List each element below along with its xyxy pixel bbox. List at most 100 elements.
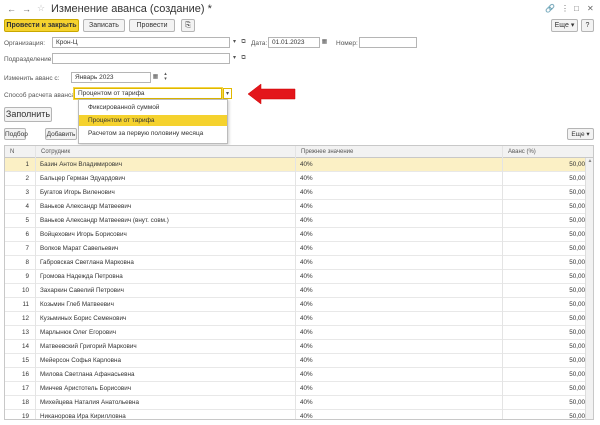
organization-dropdown-icon[interactable]: ▾ [230,37,239,48]
restore-icon[interactable]: □ [574,4,579,13]
column-header-previous[interactable]: Прежнее значение [298,146,353,158]
cell-previous[interactable]: 40% [300,242,313,256]
table-row[interactable]: 10 Захаркин Савелий Петрович 40% 50,00 [5,284,593,298]
cell-n[interactable]: 6 [5,228,29,242]
cell-n[interactable]: 16 [5,368,29,382]
cell-previous[interactable]: 40% [300,256,313,270]
change-from-field[interactable]: Январь 2023 [71,72,151,83]
cell-n[interactable]: 13 [5,326,29,340]
cell-n[interactable]: 19 [5,410,29,419]
table-row[interactable]: 1 Базин Антон Владимирович 40% 50,00 [5,158,593,172]
cell-previous[interactable]: 40% [300,382,313,396]
table-row[interactable]: 19 Никанорова Ира Кирилловна 40% 50,00 [5,410,593,419]
cell-advance[interactable]: 50,00 [505,228,585,242]
star-icon[interactable]: ☆ [37,3,45,14]
cell-n[interactable]: 4 [5,200,29,214]
method-option-percent[interactable]: Процентом от тарифа [79,115,227,126]
cell-employee[interactable]: Бальцер Герман Эдуардович [40,172,125,186]
add-button[interactable]: Добавить [45,128,77,140]
table-row[interactable]: 15 Мейерсон Софья Карловна 40% 50,00 [5,354,593,368]
cell-n[interactable]: 7 [5,242,29,256]
cell-advance[interactable]: 50,00 [505,284,585,298]
cell-previous[interactable]: 40% [300,396,313,410]
cell-advance[interactable]: 50,00 [505,200,585,214]
cell-advance[interactable]: 50,00 [505,396,585,410]
cell-advance[interactable]: 50,00 [505,298,585,312]
table-row[interactable]: 17 Минчев Аристотель Борисович 40% 50,00 [5,382,593,396]
cell-previous[interactable]: 40% [300,158,313,172]
cell-employee[interactable]: Волков Марат Савельевич [40,242,118,256]
select-button[interactable]: Подбор [4,128,28,140]
cell-advance[interactable]: 50,00 [505,382,585,396]
cell-advance[interactable]: 50,00 [505,326,585,340]
cell-n[interactable]: 14 [5,340,29,354]
cell-n[interactable]: 15 [5,354,29,368]
cell-employee[interactable]: Войцехович Игорь Борисович [40,228,127,242]
cell-n[interactable]: 5 [5,214,29,228]
cell-previous[interactable]: 40% [300,228,313,242]
cell-advance[interactable]: 50,00 [505,214,585,228]
column-header-n[interactable]: N [7,146,14,158]
scroll-up-icon[interactable]: ▲ [586,158,593,164]
cell-n[interactable]: 1 [5,158,29,172]
month-calendar-icon[interactable]: ▦ [151,72,160,83]
cell-employee[interactable]: Захаркин Савелий Петрович [40,284,124,298]
department-dropdown-icon[interactable]: ▾ [230,53,239,64]
table-row[interactable]: 9 Громова Надежда Петровна 40% 50,00 [5,270,593,284]
department-open-icon[interactable]: ⧉ [239,53,248,64]
number-field[interactable] [359,37,417,48]
cell-advance[interactable]: 50,00 [505,368,585,382]
cell-advance[interactable]: 50,00 [505,172,585,186]
cell-employee[interactable]: Михейцева Наталия Анатольевна [40,396,139,410]
cell-n[interactable]: 18 [5,396,29,410]
cell-employee[interactable]: Никанорова Ира Кирилловна [40,410,126,419]
cell-advance[interactable]: 50,00 [505,242,585,256]
table-row[interactable]: 7 Волков Марат Савельевич 40% 50,00 [5,242,593,256]
cell-advance[interactable]: 50,00 [505,186,585,200]
forward-icon[interactable]: → [21,4,32,15]
post-and-close-button[interactable]: Провести и закрыть [4,19,79,32]
cell-previous[interactable]: 40% [300,368,313,382]
spin-icon[interactable]: ▴ ▾ [161,72,170,83]
cell-employee[interactable]: Бугатов Игорь Виленович [40,186,115,200]
cell-advance[interactable]: 50,00 [505,270,585,284]
cell-employee[interactable]: Козьмин Глеб Матвеевич [40,298,114,312]
cell-advance[interactable]: 50,00 [505,354,585,368]
cell-previous[interactable]: 40% [300,270,313,284]
help-button[interactable]: ? [581,19,594,32]
department-field[interactable] [52,53,230,64]
table-more-button[interactable]: Еще ▾ [567,128,594,140]
cell-previous[interactable]: 40% [300,284,313,298]
table-row[interactable]: 2 Бальцер Герман Эдуардович 40% 50,00 [5,172,593,186]
date-field[interactable]: 01.01.2023 [268,37,320,48]
cell-previous[interactable]: 40% [300,410,313,419]
table-row[interactable]: 16 Милова Светлана Афанасьевна 40% 50,00 [5,368,593,382]
cell-employee[interactable]: Мейерсон Софья Карловна [40,354,121,368]
cell-employee[interactable]: Марлынюк Олег Егорович [40,326,116,340]
back-icon[interactable]: ← [6,4,17,15]
column-header-advance[interactable]: Аванс (%) [505,146,536,158]
more-button[interactable]: Еще ▾ [551,19,578,32]
method-option-fixed[interactable]: Фиксированной суммой [79,102,227,113]
table-row[interactable]: 11 Козьмин Глеб Матвеевич 40% 50,00 [5,298,593,312]
cell-previous[interactable]: 40% [300,354,313,368]
table-row[interactable]: 14 Матвеевский Григорий Маркович 40% 50,00 [5,340,593,354]
cell-previous[interactable]: 40% [300,298,313,312]
cell-employee[interactable]: Минчев Аристотель Борисович [40,382,131,396]
save-button[interactable]: Записать [83,19,125,32]
cell-advance[interactable]: 50,00 [505,158,585,172]
fill-button[interactable]: Заполнить [4,107,52,122]
cell-n[interactable]: 17 [5,382,29,396]
table-row[interactable]: 6 Войцехович Игорь Борисович 40% 50,00 [5,228,593,242]
method-dropdown-icon[interactable]: ▾ [223,88,232,99]
cell-advance[interactable]: 50,00 [505,256,585,270]
cell-employee[interactable]: Громова Надежда Петровна [40,270,123,284]
method-option-first-half[interactable]: Расчетом за первую половину месяца [79,128,227,139]
calendar-icon[interactable]: ▦ [320,37,329,48]
more-icon[interactable]: ⋮ [561,4,569,13]
cell-employee[interactable]: Ваньков Александр Матвеевич (внут. совм.… [40,214,169,228]
table-row[interactable]: 3 Бугатов Игорь Виленович 40% 50,00 [5,186,593,200]
method-select[interactable]: Процентом от тарифа [74,88,222,99]
cell-previous[interactable]: 40% [300,312,313,326]
attach-button[interactable]: ⎘ [181,19,195,32]
